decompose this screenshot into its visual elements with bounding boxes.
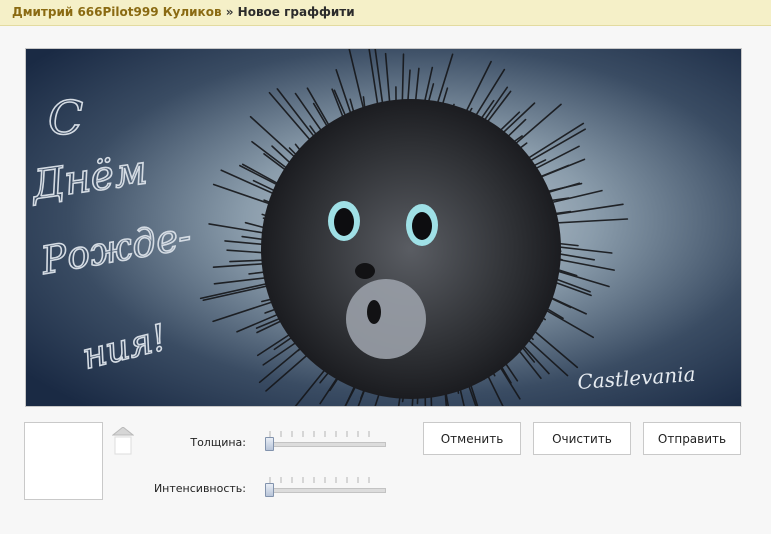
hedgehog-face [346, 279, 426, 359]
page-title: Новое граффити [237, 5, 355, 19]
hedgehog-nose [355, 263, 375, 279]
breadcrumb-separator: » [225, 5, 234, 19]
intensity-slider[interactable] [264, 475, 388, 497]
thickness-slider-thumb[interactable] [265, 437, 274, 451]
intensity-slider-thumb[interactable] [265, 483, 274, 497]
intensity-slider-track[interactable] [266, 488, 386, 493]
thickness-label: Толщина: [190, 436, 246, 449]
hedgehog-body [261, 99, 561, 399]
send-button[interactable]: Отправить [643, 422, 741, 455]
cancel-button[interactable]: Отменить [423, 422, 521, 455]
brush-preview [24, 422, 103, 500]
thickness-slider-ticks [269, 431, 370, 437]
hedgehog-mouth [367, 300, 381, 324]
color-picker-arrow-icon [111, 426, 135, 436]
intensity-label: Интенсивность: [153, 482, 246, 495]
color-swatch [114, 436, 132, 455]
greeting-line-1: С [48, 91, 83, 145]
graffiti-drawing[interactable]: С Днём Рожде- ния! Castlevania [26, 49, 741, 406]
clear-button[interactable]: Очистить [533, 422, 631, 455]
breadcrumb: Дмитрий 666Pilot999 Куликов » Новое граф… [0, 0, 771, 26]
breadcrumb-user-link[interactable]: Дмитрий 666Pilot999 Куликов [12, 5, 222, 19]
thickness-slider-track[interactable] [266, 442, 386, 447]
color-picker[interactable] [111, 426, 135, 455]
graffiti-canvas[interactable]: С Днём Рожде- ния! Castlevania [25, 48, 742, 407]
thickness-slider[interactable] [264, 429, 388, 451]
intensity-slider-ticks [269, 477, 370, 483]
